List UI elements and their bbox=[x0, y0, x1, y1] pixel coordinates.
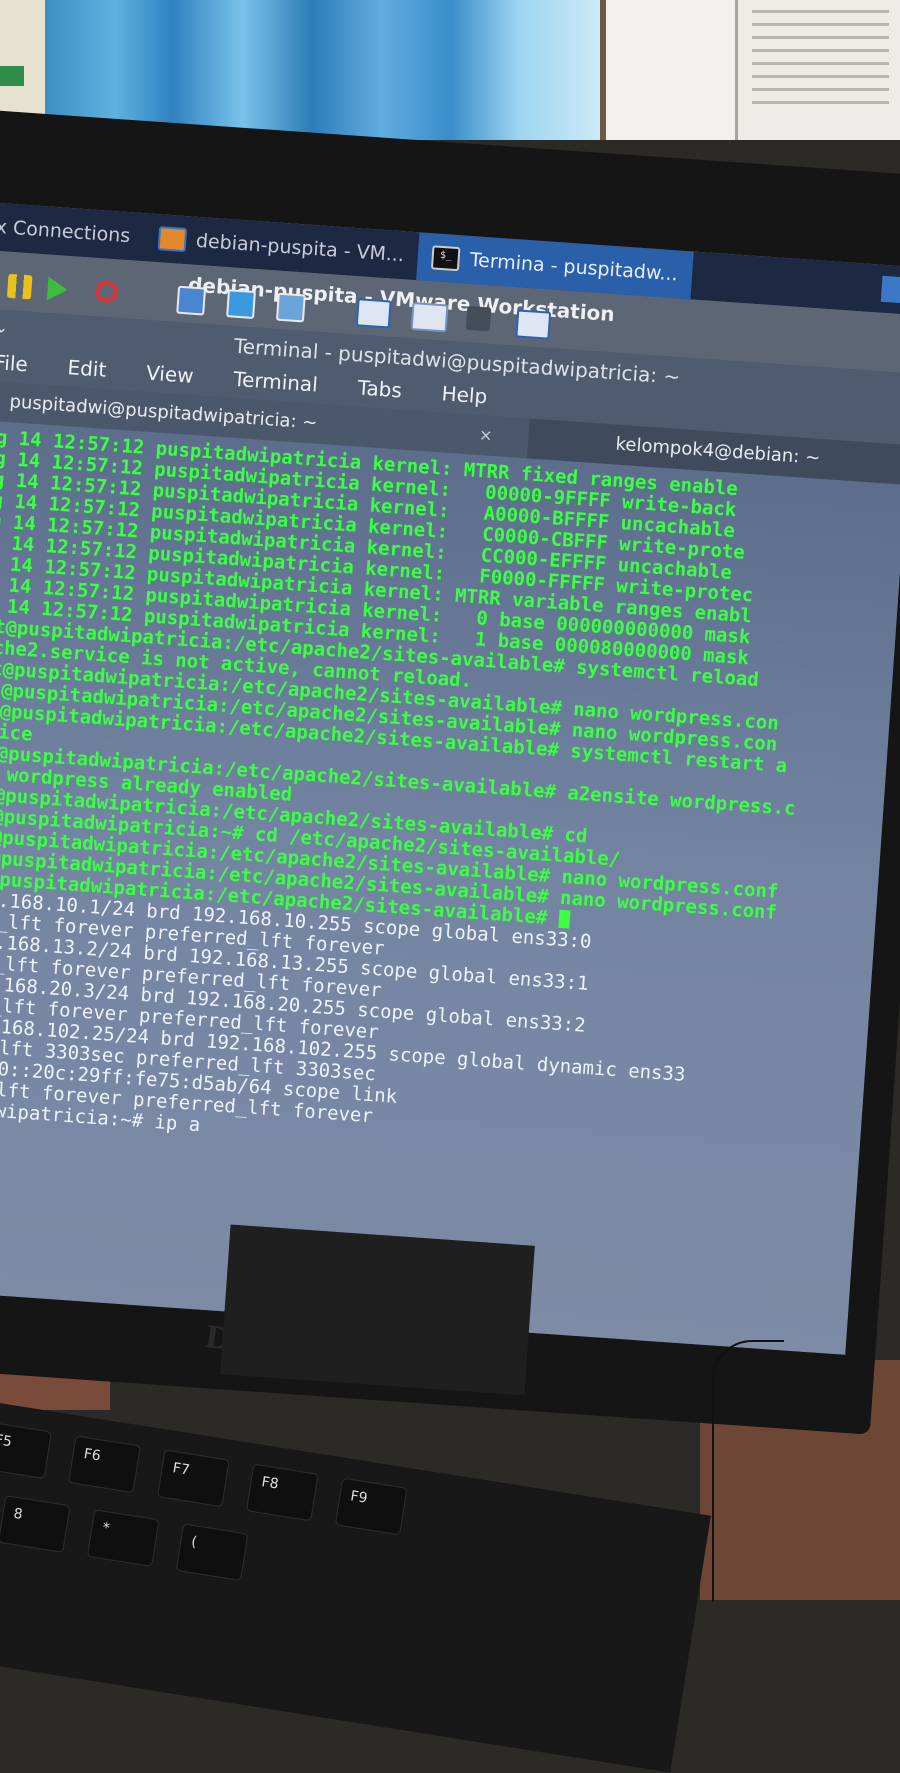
menu-file[interactable]: File bbox=[0, 344, 47, 383]
curtain bbox=[45, 0, 625, 140]
chevron-down-icon[interactable]: ⌄ bbox=[0, 317, 9, 337]
text-cursor bbox=[557, 909, 571, 929]
tray-icon[interactable] bbox=[880, 275, 900, 304]
menu-view[interactable]: View bbox=[123, 354, 213, 394]
pause-icon[interactable] bbox=[6, 273, 33, 300]
console-view-icon[interactable] bbox=[355, 298, 392, 329]
menu-help[interactable]: Help bbox=[419, 375, 507, 415]
snapshot-icon[interactable] bbox=[176, 285, 207, 316]
keyboard-key: F7 bbox=[157, 1449, 230, 1508]
keyboard-key: F5 bbox=[0, 1421, 52, 1480]
menu-terminal[interactable]: Terminal bbox=[210, 360, 337, 403]
fullscreen-icon[interactable] bbox=[410, 302, 449, 333]
wall-paper bbox=[735, 0, 900, 140]
screen: x Connections debian-puspita - VM... $_ … bbox=[0, 201, 900, 1355]
terminal-output[interactable]: Aug 14 12:57:12 puspitadwipatricia kerne… bbox=[0, 419, 900, 1355]
monitor-stand bbox=[220, 1224, 535, 1396]
keyboard-key: F8 bbox=[245, 1463, 319, 1522]
keyboard-key: F9 bbox=[334, 1477, 408, 1536]
menu-tabs[interactable]: Tabs bbox=[335, 369, 421, 409]
cable bbox=[712, 1340, 784, 1602]
keyboard: F5 F6 F7 F8 F9 8 * ( bbox=[0, 1400, 711, 1773]
reset-icon[interactable] bbox=[94, 279, 119, 304]
keyboard-key: * bbox=[86, 1509, 160, 1567]
window-frame bbox=[600, 0, 744, 140]
snapshot-manager-icon[interactable] bbox=[275, 292, 306, 323]
play-icon[interactable] bbox=[46, 276, 69, 302]
wall-sign bbox=[0, 66, 24, 86]
wall bbox=[0, 0, 45, 120]
keyboard-key: F6 bbox=[68, 1435, 141, 1494]
keyboard-key: ( bbox=[175, 1523, 249, 1582]
terminal-icon: $_ bbox=[431, 245, 461, 272]
unity-icon[interactable] bbox=[465, 305, 492, 332]
revert-snapshot-icon[interactable] bbox=[226, 289, 256, 320]
monitor: x Connections debian-puspita - VM... $_ … bbox=[0, 108, 900, 1435]
room-background bbox=[0, 0, 900, 140]
menu-edit[interactable]: Edit bbox=[45, 349, 126, 388]
keyboard-key: 8 bbox=[0, 1495, 71, 1553]
terminal-window: ⌄ Terminal - puspitadwi@puspitadwipatric… bbox=[0, 307, 900, 1355]
close-icon[interactable]: × bbox=[478, 415, 494, 456]
vmware-icon bbox=[157, 226, 187, 253]
stretch-view-icon[interactable] bbox=[515, 309, 552, 340]
